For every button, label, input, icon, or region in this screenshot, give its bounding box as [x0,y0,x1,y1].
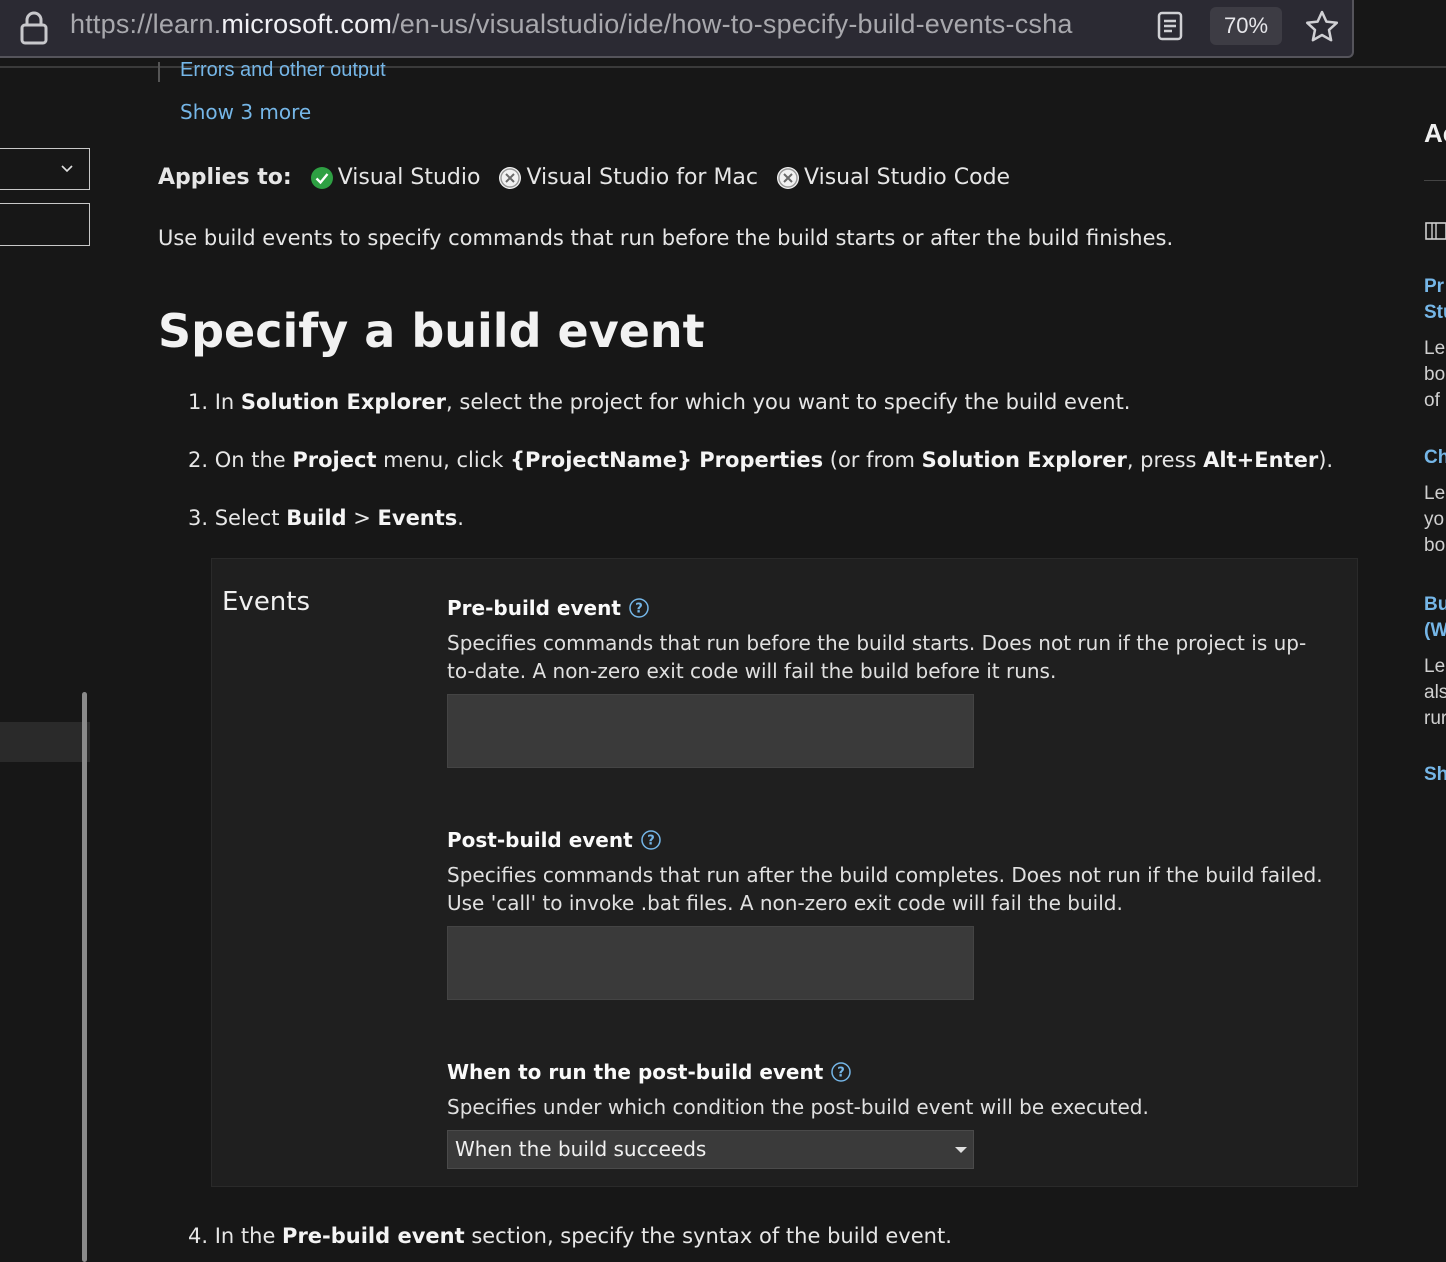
step-4: 4. In the Pre-build event section, speci… [188,1224,952,1248]
bookmark-star-icon[interactable] [1303,8,1341,50]
step-2: 2. On the Project menu, click {ProjectNa… [188,448,1334,472]
reader-view-icon[interactable] [1156,10,1184,46]
applies-visual-studio: Visual Studio [310,165,481,190]
applies-to-row: Applies to: Visual Studio Visual Studio … [158,165,1028,190]
url-text[interactable]: https://learn.microsoft.com/en-us/visual… [70,9,1140,40]
events-properties-image: Events Pre-build event ? Specifies comma… [211,558,1358,1187]
toc-indent-line [158,62,160,82]
nav-scrollbar[interactable] [82,692,87,1262]
svg-text:?: ? [635,602,643,617]
when-to-run-description: Specifies under which condition the post… [447,1095,1149,1119]
version-select[interactable] [0,148,90,190]
svg-text:?: ? [838,1066,846,1081]
help-icon: ? [629,598,649,618]
rail-heading: Ac [1424,118,1446,148]
help-icon: ? [831,1062,852,1082]
postbuild-description: Specifies commands that run after the bu… [447,863,1323,915]
applies-vs-for-mac: Visual Studio for Mac [498,165,758,190]
rail-item-1[interactable]: Pr Stu Lea bo of [1424,274,1446,414]
rail-divider [1424,180,1446,181]
intro-paragraph: Use build events to specify commands tha… [158,226,1174,250]
x-circle-icon [777,166,800,189]
when-to-run-dropdown[interactable]: When the build succeeds [447,1130,974,1169]
help-icon: ? [640,830,661,850]
zoom-level-button[interactable]: 70% [1210,7,1282,45]
when-to-run-label: When to run the post-build event ? [447,1060,852,1084]
product-name: Visual Studio for Mac [526,165,759,190]
rail-item-2[interactable]: Ch Lea yo bo [1424,445,1446,559]
product-name: Visual Studio [337,165,481,190]
events-panel-title: Events [222,587,311,617]
applies-to-label: Applies to: [158,165,292,190]
step-1: 1. In Solution Explorer, select the proj… [188,390,1131,414]
dropdown-caret-icon [955,1147,967,1153]
product-name: Visual Studio Code [804,165,1011,190]
svg-text:?: ? [647,834,655,849]
prebuild-textbox[interactable] [447,694,974,768]
toc-link-errors[interactable]: Errors and other output [180,54,386,78]
filter-input[interactable] [0,203,90,246]
book-icon [1424,221,1446,246]
postbuild-textbox[interactable] [447,926,974,1000]
rail-show-more[interactable]: Sh [1424,762,1446,788]
lock-icon[interactable] [18,10,50,50]
postbuild-label: Post-build event ? [447,828,662,852]
x-circle-icon [499,166,522,189]
check-circle-icon [310,166,333,189]
applies-vs-code: Visual Studio Code [776,165,1010,190]
section-heading: Specify a build event [158,304,705,358]
show-more-link[interactable]: Show 3 more [180,100,311,124]
rail-item-3[interactable]: Bu (W Lea als rur [1424,592,1446,732]
chevron-down-icon [59,160,75,180]
prebuild-label: Pre-build event ? [447,596,650,620]
browser-address-bar[interactable]: https://learn.microsoft.com/en-us/visual… [0,0,1354,58]
nav-selected-item[interactable] [0,722,90,762]
step-3: 3. Select Build > Events. [188,506,464,530]
dropdown-selected-value: When the build succeeds [455,1137,707,1161]
prebuild-description: Specifies commands that run before the b… [447,631,1307,683]
